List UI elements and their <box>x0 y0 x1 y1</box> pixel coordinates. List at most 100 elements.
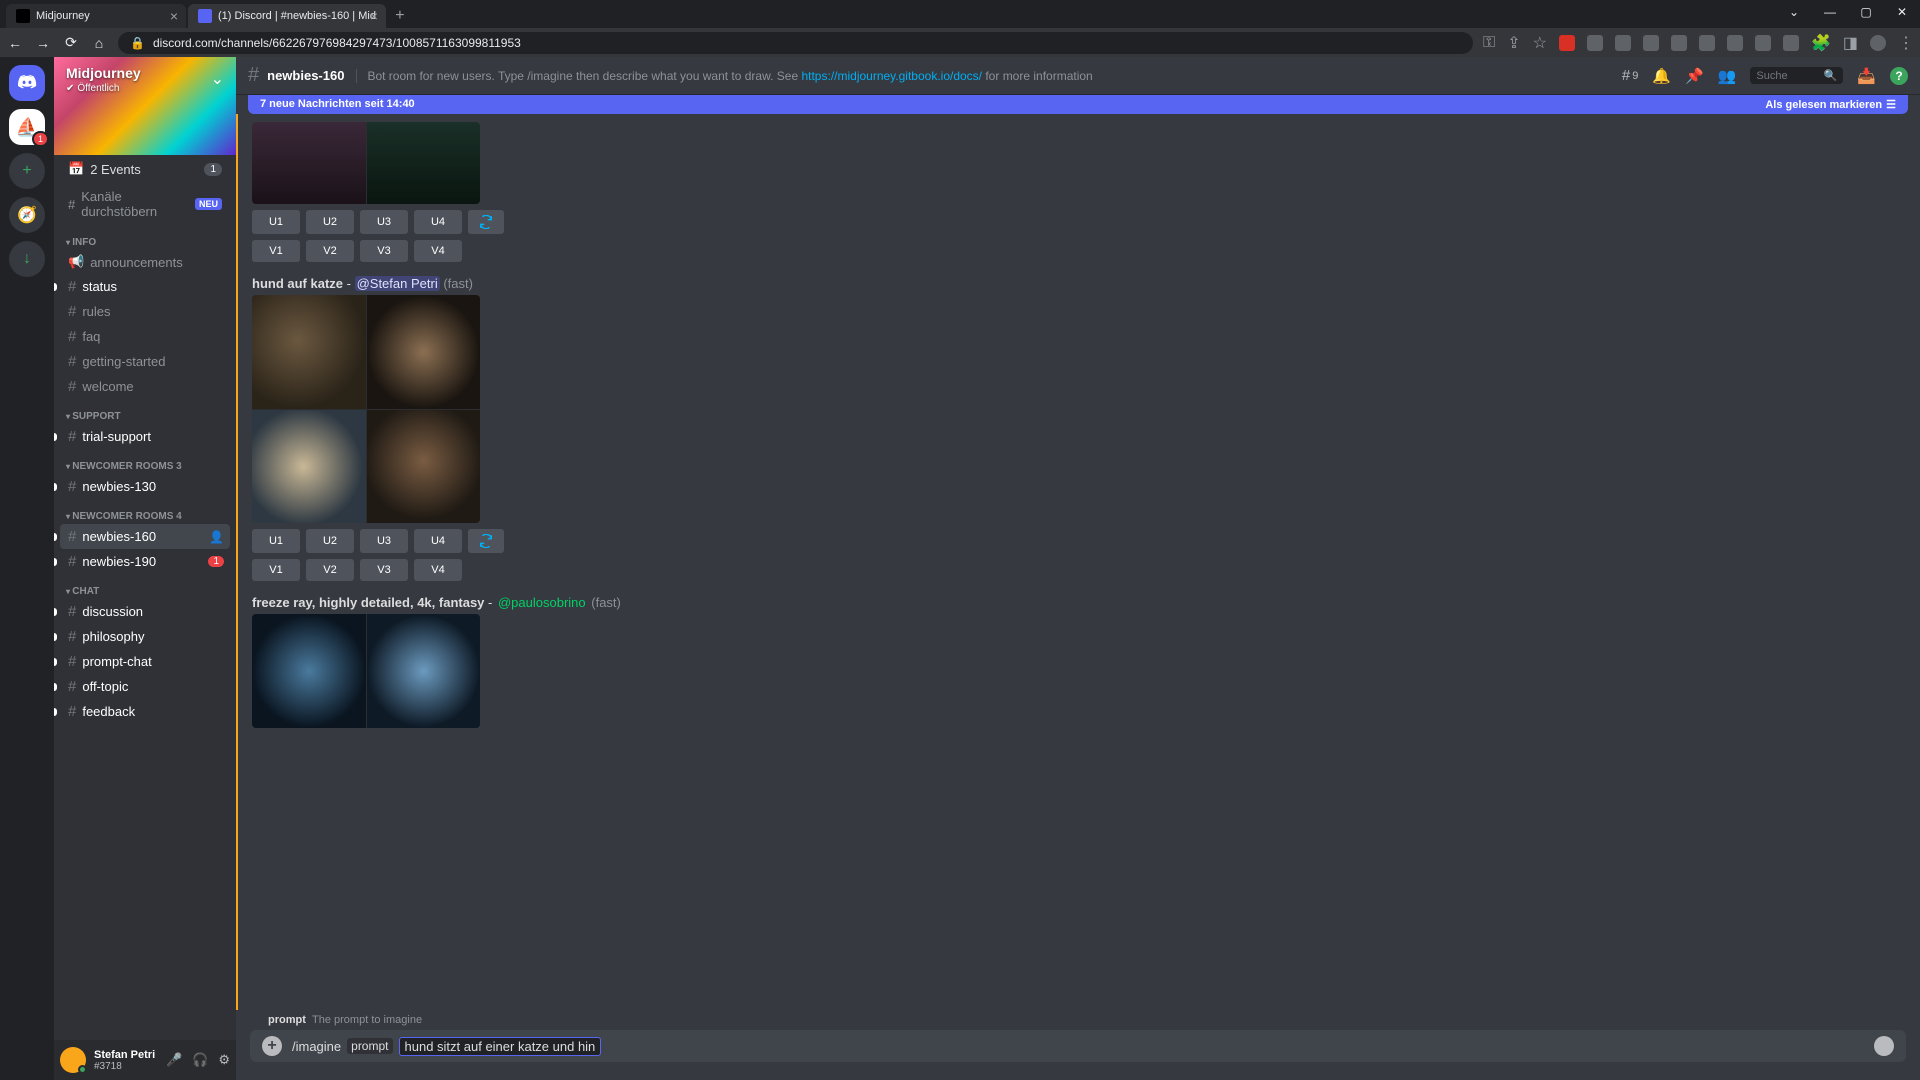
u2-button[interactable]: U2 <box>306 529 354 553</box>
v2-button[interactable]: V2 <box>306 240 354 262</box>
channel-item-getting-started[interactable]: #getting-started <box>60 349 230 374</box>
events-row[interactable]: 📅 2 Events 1 <box>60 155 230 183</box>
ext-icon[interactable] <box>1671 35 1687 51</box>
notification-button[interactable]: 🔔 <box>1652 67 1671 85</box>
channel-item-newbies-160[interactable]: #newbies-160👤 <box>60 524 230 549</box>
command-input-value[interactable]: hund sitzt auf einer katze und hin <box>399 1037 602 1056</box>
channel-category[interactable]: CHAT <box>60 574 230 599</box>
image-grid[interactable] <box>252 295 480 523</box>
add-server-button[interactable]: + <box>9 153 45 189</box>
v3-button[interactable]: V3 <box>360 559 408 581</box>
maximize-button[interactable]: ▢ <box>1848 0 1884 24</box>
key-icon[interactable]: ⚿ <box>1483 34 1495 52</box>
server-header[interactable]: Midjourney ✔ Öffentlich ⌄ <box>54 57 236 155</box>
tab-close-icon[interactable]: × <box>170 8 178 24</box>
browse-channels-row[interactable]: # Kanäle durchstöbern NEU <box>60 183 230 225</box>
tab-close-icon[interactable]: × <box>370 8 378 24</box>
reload-button[interactable]: ⟳ <box>62 34 80 51</box>
members-button[interactable]: 👥 <box>1718 67 1737 85</box>
image-grid[interactable] <box>252 614 480 728</box>
discord-home-button[interactable] <box>9 65 45 101</box>
ext-icon[interactable] <box>1727 35 1743 51</box>
v3-button[interactable]: V3 <box>360 240 408 262</box>
help-button[interactable]: ? <box>1890 67 1908 85</box>
topic-link[interactable]: https://midjourney.gitbook.io/docs/ <box>801 69 982 83</box>
message-input[interactable]: + /imagine prompt hund sitzt auf einer k… <box>250 1030 1906 1062</box>
channel-item-announcements[interactable]: 📢announcements <box>60 250 230 274</box>
channel-item-prompt-chat[interactable]: #prompt-chat <box>60 649 230 674</box>
channel-topic[interactable]: Bot room for new users. Type /imagine th… <box>356 69 1092 83</box>
mark-read-button[interactable]: Als gelesen markieren ☰ <box>1765 98 1896 111</box>
channel-item-off-topic[interactable]: #off-topic <box>60 674 230 699</box>
u1-button[interactable]: U1 <box>252 210 300 234</box>
deafen-button[interactable]: 🎧 <box>192 1052 208 1068</box>
channel-category[interactable]: NEWCOMER ROOMS 4 <box>60 499 230 524</box>
url-bar[interactable]: 🔒 discord.com/channels/66226797698429747… <box>118 32 1473 54</box>
reroll-button[interactable] <box>468 529 504 553</box>
home-button[interactable]: ⌂ <box>90 35 108 51</box>
ext-icon[interactable] <box>1783 35 1799 51</box>
create-invite-icon[interactable]: 👤 <box>209 530 224 544</box>
channel-item-faq[interactable]: #faq <box>60 324 230 349</box>
channel-item-trial-support[interactable]: #trial-support <box>60 424 230 449</box>
browser-tab-discord[interactable]: (1) Discord | #newbies-160 | Mid × <box>188 4 386 28</box>
u1-button[interactable]: U1 <box>252 529 300 553</box>
v4-button[interactable]: V4 <box>414 240 462 262</box>
attach-button[interactable]: + <box>262 1036 282 1056</box>
v2-button[interactable]: V2 <box>306 559 354 581</box>
channel-item-newbies-190[interactable]: #newbies-1901 <box>60 549 230 574</box>
image-grid[interactable] <box>252 122 480 204</box>
ext-icon[interactable] <box>1615 35 1631 51</box>
user-mention[interactable]: @paulosobrino <box>496 595 588 610</box>
search-input[interactable]: Suche 🔍 <box>1750 67 1843 84</box>
user-mention[interactable]: @Stefan Petri <box>355 276 440 291</box>
emoji-button[interactable] <box>1874 1036 1894 1056</box>
channel-category[interactable]: NEWCOMER ROOMS 3 <box>60 449 230 474</box>
threads-button[interactable]: # 9 <box>1622 67 1638 84</box>
channel-item-welcome[interactable]: #welcome <box>60 374 230 399</box>
u4-button[interactable]: U4 <box>414 210 462 234</box>
inbox-button[interactable]: 📥 <box>1857 67 1876 85</box>
forward-button[interactable]: → <box>34 35 52 51</box>
share-icon[interactable]: ⇪ <box>1507 33 1520 53</box>
u4-button[interactable]: U4 <box>414 529 462 553</box>
channel-item-philosophy[interactable]: #philosophy <box>60 624 230 649</box>
side-panel-icon[interactable]: ◨ <box>1843 33 1858 53</box>
ext-icon[interactable] <box>1643 35 1659 51</box>
channel-item-status[interactable]: #status <box>60 274 230 299</box>
star-icon[interactable]: ☆ <box>1533 33 1547 53</box>
back-button[interactable]: ← <box>6 35 24 51</box>
guild-midjourney[interactable]: ⛵ 1 <box>9 109 45 145</box>
v1-button[interactable]: V1 <box>252 559 300 581</box>
download-apps-button[interactable]: ↓ <box>9 241 45 277</box>
ext-icon[interactable] <box>1699 35 1715 51</box>
dropdown-icon[interactable]: ⌄ <box>1776 0 1812 24</box>
pinned-button[interactable]: 📌 <box>1685 67 1704 85</box>
u3-button[interactable]: U3 <box>360 529 408 553</box>
ext-icon[interactable] <box>1755 35 1771 51</box>
channel-item-discussion[interactable]: #discussion <box>60 599 230 624</box>
new-tab-button[interactable]: + <box>388 4 412 28</box>
mute-button[interactable]: 🎤 <box>166 1052 182 1068</box>
minimize-button[interactable]: — <box>1812 0 1848 24</box>
explore-servers-button[interactable]: 🧭 <box>9 197 45 233</box>
u3-button[interactable]: U3 <box>360 210 408 234</box>
user-avatar[interactable] <box>60 1047 86 1073</box>
browser-tab-midjourney[interactable]: Midjourney × <box>6 4 186 28</box>
channel-item-feedback[interactable]: #feedback <box>60 699 230 724</box>
close-window-button[interactable]: ✕ <box>1884 0 1920 24</box>
ext-icon[interactable] <box>1587 35 1603 51</box>
profile-avatar[interactable] <box>1870 35 1886 51</box>
menu-icon[interactable]: ⋮ <box>1898 33 1914 53</box>
channel-item-rules[interactable]: #rules <box>60 299 230 324</box>
channel-category[interactable]: SUPPORT <box>60 399 230 424</box>
user-info[interactable]: Stefan Petri #3718 <box>94 1049 158 1072</box>
extensions-icon[interactable]: 🧩 <box>1811 33 1831 53</box>
channel-category[interactable]: INFO <box>60 225 230 250</box>
v1-button[interactable]: V1 <box>252 240 300 262</box>
reroll-button[interactable] <box>468 210 504 234</box>
v4-button[interactable]: V4 <box>414 559 462 581</box>
settings-button[interactable]: ⚙ <box>218 1052 230 1068</box>
channel-item-newbies-130[interactable]: #newbies-130 <box>60 474 230 499</box>
new-messages-bar[interactable]: 7 neue Nachrichten seit 14:40 Als gelese… <box>248 95 1908 114</box>
